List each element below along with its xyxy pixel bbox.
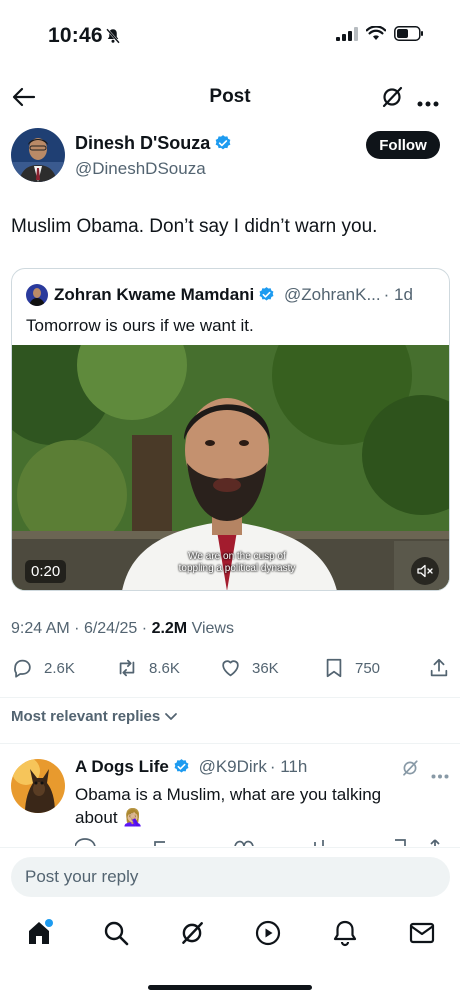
post-meta: 9:24 AM · 6/24/25 · 2.2M Views (11, 620, 234, 638)
mute-button[interactable] (411, 557, 439, 585)
bell-icon (333, 920, 357, 947)
reply-input[interactable]: Post your reply (11, 857, 450, 897)
repost-icon (119, 659, 135, 677)
wifi-icon (366, 26, 386, 40)
tab-search[interactable] (103, 920, 129, 951)
home-icon (29, 919, 53, 944)
search-icon (104, 921, 129, 946)
author-name[interactable]: Dinesh D'Souza (75, 133, 210, 153)
post-text: Muslim Obama. Don’t say I didn’t warn yo… (11, 216, 378, 237)
more-options-button[interactable] (417, 94, 439, 112)
reply-text-line: Obama is a Muslim, what are you talking (75, 785, 382, 804)
heart-icon (222, 660, 239, 677)
views-count[interactable]: 2.2M (152, 620, 188, 637)
divider (0, 743, 460, 744)
tab-grok[interactable] (179, 920, 205, 951)
status-time: 10:46 (48, 24, 103, 47)
grok-icon (382, 86, 403, 108)
divider (0, 847, 460, 848)
reply-count: 2.6K (44, 659, 75, 677)
reply-grok-button[interactable] (401, 759, 419, 782)
like-action[interactable]: 36K (219, 657, 279, 679)
quote-text: Tomorrow is ours if we want it. (26, 316, 254, 335)
video-player[interactable]: We are on the cusp of toppling a politic… (12, 345, 449, 590)
reply-author-name[interactable]: A Dogs Life (75, 757, 169, 776)
bookmark-count: 750 (355, 659, 381, 677)
like-count: 36K (252, 659, 279, 677)
bookmark-icon (326, 658, 342, 678)
grok-icon (403, 760, 418, 776)
grok-icon (182, 922, 203, 944)
reply-action[interactable]: 2.6K (11, 657, 75, 679)
video-duration: 0:20 (25, 560, 67, 583)
battery-icon (394, 26, 423, 41)
quote-author-row: Zohran Kwame Mamdani @ZohranK... · 1d (54, 285, 413, 308)
meta-separator: · (141, 620, 148, 637)
grok-button[interactable] (380, 85, 404, 114)
play-icon (255, 920, 281, 946)
status-bar: 10:46 (0, 0, 460, 70)
post-time: 9:24 AM (11, 620, 70, 637)
replies-sort-label: Most relevant replies (11, 708, 161, 725)
verified-badge-icon (214, 134, 232, 157)
tab-notifications[interactable] (332, 919, 358, 952)
mail-icon (409, 922, 435, 944)
reply-text: Obama is a Muslim, what are you talking … (75, 783, 435, 829)
tab-messages[interactable] (409, 921, 435, 950)
divider (0, 697, 460, 698)
video-caption: We are on the cusp of toppling a politic… (142, 551, 332, 575)
tab-home[interactable] (26, 919, 54, 952)
author-name-row[interactable]: Dinesh D'Souza (75, 133, 232, 157)
status-icons (336, 26, 424, 41)
quote-author-handle: @ZohranK... (284, 285, 381, 304)
quote-age: · 1d (383, 285, 413, 304)
replies-sort-dropdown[interactable]: Most relevant replies (11, 708, 178, 725)
reply-icon (14, 659, 31, 678)
reply-more-button[interactable] (431, 766, 449, 784)
share-button[interactable] (428, 657, 450, 684)
cellular-signal-icon (336, 26, 358, 41)
bookmark-action[interactable]: 750 (323, 657, 380, 679)
reply-text-line: about (75, 808, 118, 827)
home-indicator (148, 985, 312, 990)
meta-separator: · (74, 620, 80, 637)
quote-author-name[interactable]: Zohran Kwame Mamdani (54, 285, 254, 304)
author-handle[interactable]: @DineshDSouza (75, 159, 206, 179)
post-date: 6/24/25 (83, 620, 138, 637)
views-label: Views (191, 620, 234, 637)
more-horizontal-icon (431, 774, 449, 779)
quoted-post-card[interactable]: Zohran Kwame Mamdani @ZohranK... · 1d Tom… (11, 268, 450, 591)
reply-author-handle: @K9Dirk (198, 757, 267, 776)
quote-author-avatar[interactable] (26, 284, 48, 306)
video-caption-line: toppling a political dynasty (178, 563, 296, 574)
reply-age: · 11h (269, 757, 308, 776)
repost-action[interactable]: 8.6K (115, 657, 180, 679)
chevron-down-icon (165, 712, 178, 720)
tab-video[interactable] (255, 920, 281, 951)
reply-actions-row (75, 838, 445, 846)
verified-badge-icon (258, 286, 275, 308)
bell-muted-icon (104, 27, 122, 50)
speaker-muted-icon (417, 564, 433, 578)
more-horizontal-icon (417, 101, 439, 107)
reply-author-avatar[interactable] (11, 759, 65, 813)
author-avatar[interactable] (11, 128, 65, 182)
follow-button[interactable]: Follow (366, 131, 440, 159)
share-icon (430, 658, 448, 677)
facepalm-emoji: 🤦🏼‍♀️ (122, 808, 144, 827)
reply-author-row: A Dogs Life @K9Dirk · 11h (75, 757, 307, 780)
video-caption-line: We are on the cusp of (188, 551, 286, 562)
repost-count: 8.6K (149, 659, 180, 677)
verified-badge-icon (173, 758, 190, 780)
